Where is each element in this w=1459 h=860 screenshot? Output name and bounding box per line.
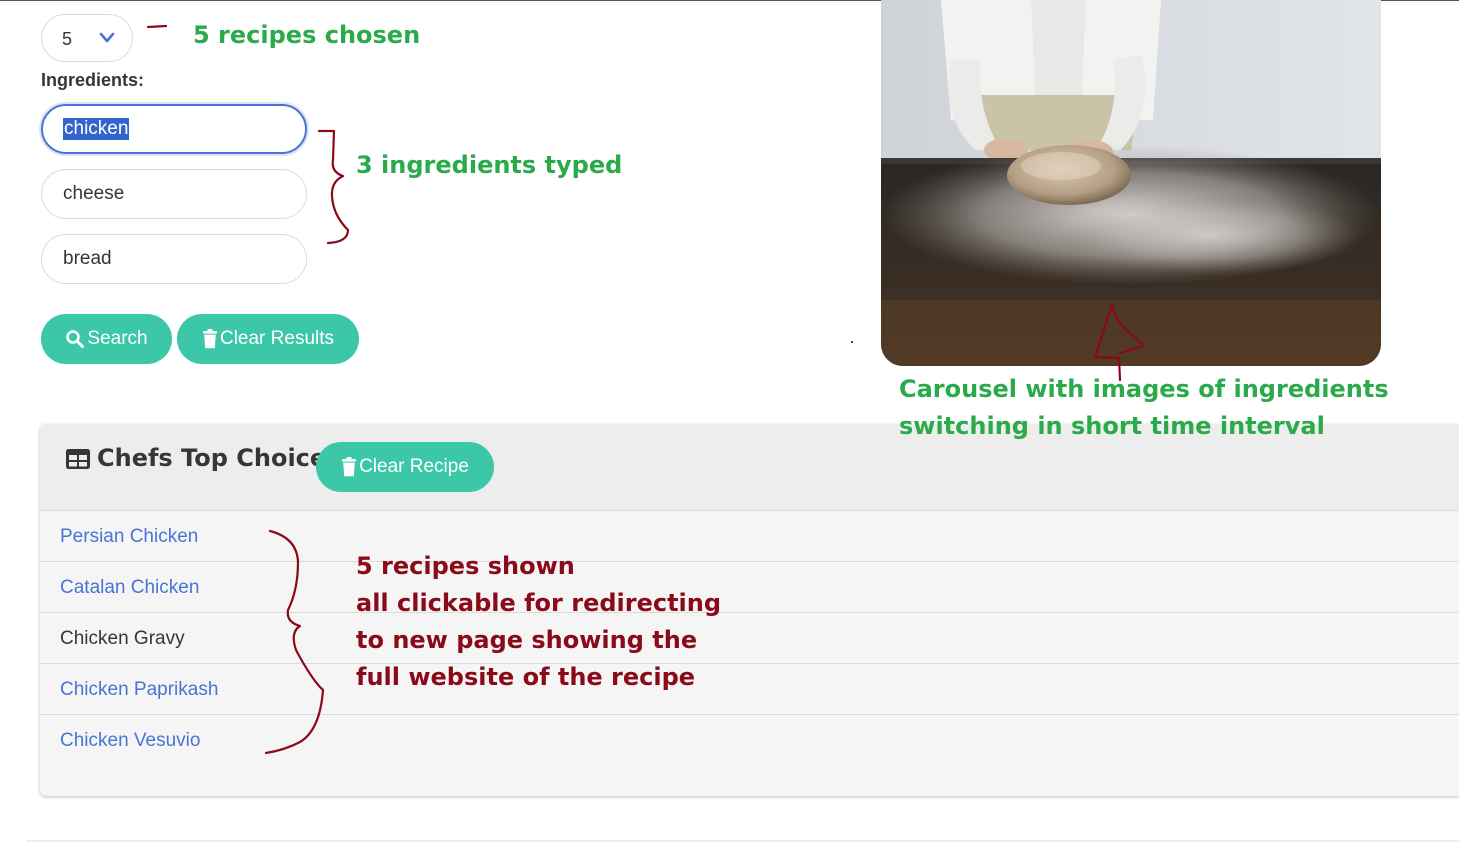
ingredient-input-3-value: bread [63, 248, 112, 269]
search-button[interactable]: Search [41, 314, 172, 364]
recipe-link-chicken-paprikash[interactable]: Chicken Paprikash [40, 664, 1459, 715]
ingredient-input-2-value: cheese [63, 183, 125, 204]
search-icon [66, 330, 85, 348]
panel-title: Chefs Top Choices [97, 444, 341, 472]
annotation-line: full website of the recipe [356, 663, 696, 691]
recipe-name: Chicken Paprikash [60, 679, 219, 700]
recipe-name: Catalan Chicken [60, 577, 200, 598]
annotation-carousel-line2: switching in short time interval [899, 412, 1325, 440]
stray-dot [851, 341, 853, 343]
table-icon [66, 449, 90, 469]
recipe-name: Chicken Gravy [60, 628, 185, 649]
annotation-line: 5 recipes shown [356, 552, 575, 580]
recipe-count-select[interactable]: 5 [41, 14, 133, 62]
ingredient-input-1[interactable]: chicken [41, 104, 307, 154]
clear-results-button-label: Clear Results [219, 328, 335, 349]
ingredient-carousel[interactable] [881, 0, 1381, 366]
ingredient-input-3[interactable]: bread [41, 234, 307, 284]
annotation-line: to new page showing the [356, 626, 698, 654]
annotation-line: all clickable for redirecting [356, 589, 722, 617]
ingredient-input-2[interactable]: cheese [41, 169, 307, 219]
trash-icon [202, 329, 217, 349]
recipe-link-persian-chicken[interactable]: Persian Chicken [40, 511, 1459, 562]
annotation-carousel-line1: Carousel with images of ingredients [899, 375, 1389, 403]
trash-icon [342, 457, 357, 477]
search-button-label: Search [87, 328, 148, 349]
ingredients-label: Ingredients: [41, 70, 145, 90]
top-choices-panel: Chefs Top Choices Clear Recipe Persian C… [40, 424, 1459, 796]
clear-recipe-button-label: Clear Recipe [359, 456, 469, 477]
chef-kneading-dough-image [881, 0, 1381, 366]
chevron-down-icon [99, 32, 115, 43]
clear-results-button[interactable]: Clear Results [177, 314, 359, 364]
annotation-recipes-shown: 5 recipes shown all clickable for redire… [356, 548, 721, 696]
recipe-name: Persian Chicken [60, 526, 199, 547]
footer-divider [26, 840, 1459, 842]
recipe-count-value: 5 [62, 29, 73, 49]
annotation-recipes-chosen: 5 recipes chosen [193, 21, 421, 49]
clear-recipe-button[interactable]: Clear Recipe [316, 442, 494, 492]
annotation-ingredients-typed: 3 ingredients typed [356, 151, 623, 179]
recipe-name: Chicken Vesuvio [60, 730, 201, 751]
ingredient-input-1-value: chicken [63, 118, 130, 140]
recipe-link-catalan-chicken[interactable]: Catalan Chicken [40, 562, 1459, 613]
recipe-link-chicken-vesuvio[interactable]: Chicken Vesuvio [40, 715, 1459, 766]
recipe-link-chicken-gravy[interactable]: Chicken Gravy [40, 613, 1459, 664]
